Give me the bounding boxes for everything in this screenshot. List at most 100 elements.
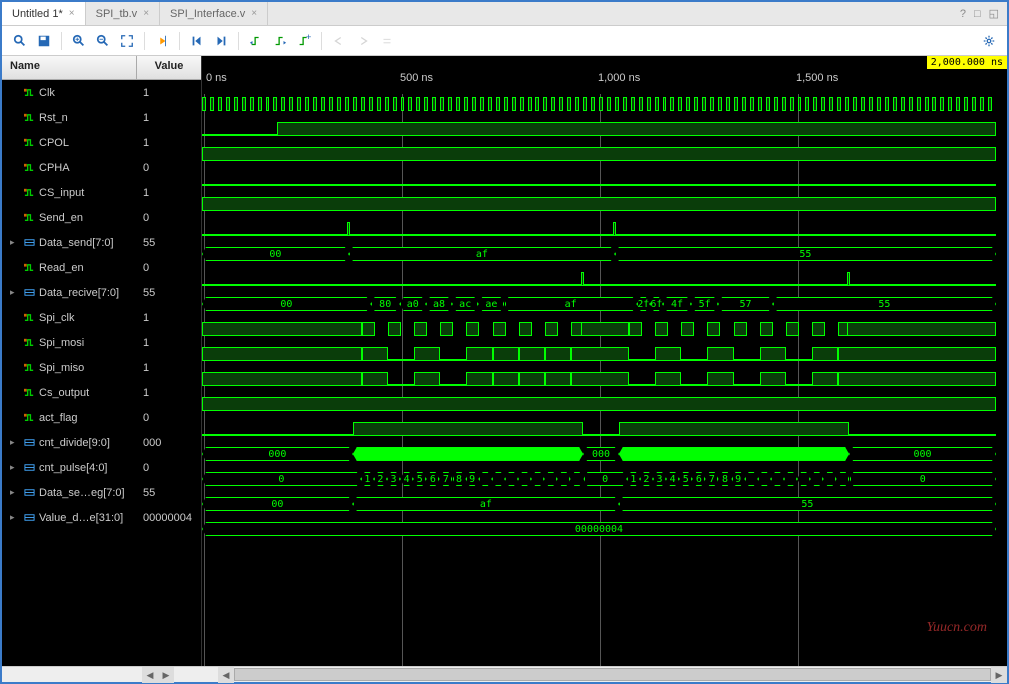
expand-icon[interactable]: ▸ [10, 462, 20, 473]
wave-row [202, 94, 1007, 119]
signal-row[interactable]: Clk 1 [2, 80, 201, 105]
goto-cursor-icon[interactable] [152, 31, 172, 51]
swap-icon[interactable] [377, 31, 397, 51]
tab-untitled[interactable]: Untitled 1*× [2, 2, 86, 25]
tab-bar: Untitled 1*× SPI_tb.v× SPI_Interface.v× … [2, 2, 1007, 26]
wave-row [202, 169, 1007, 194]
zoom-out-icon[interactable] [93, 31, 113, 51]
signal-row[interactable]: Spi_miso1 [2, 355, 201, 380]
signal-row[interactable]: CPOL1 [2, 130, 201, 155]
signal-name: CPOL [39, 137, 69, 149]
save-icon[interactable] [34, 31, 54, 51]
signal-value: 1 [137, 385, 201, 401]
value-header[interactable]: Value [137, 56, 201, 79]
expand-icon[interactable]: ▸ [10, 512, 20, 523]
signal-name: Spi_mosi [39, 337, 84, 349]
scroll-left-icon[interactable]: ◀ [142, 667, 158, 683]
waveform-rows[interactable]: 00af550080a0a8acaeaf2f6f4f5f575500000000… [202, 94, 1007, 666]
help-icon[interactable]: ? [960, 8, 966, 20]
time-ruler[interactable]: 0 ns 500 ns 1,000 ns 1,500 ns [202, 70, 1007, 94]
signal-row[interactable]: Cs_output 1 [2, 380, 201, 405]
close-icon[interactable]: × [69, 8, 75, 19]
horizontal-scrollbar[interactable]: ◀ ▶ ◀ ▶ [2, 666, 1007, 682]
goto-end-icon[interactable] [211, 31, 231, 51]
signal-row[interactable]: Spi_mosi 1 [2, 330, 201, 355]
search-icon[interactable] [10, 31, 30, 51]
signal-row[interactable]: CPHA0 [2, 155, 201, 180]
signal-name: Cs_output [39, 387, 89, 399]
signal-row[interactable]: ▸ Data_send[7:0] 55 [2, 230, 201, 255]
cursor-time-badge: 2,000.000 ns [927, 56, 1007, 69]
signal-value: 1 [137, 110, 201, 126]
wave-row [202, 369, 1007, 394]
signal-row[interactable]: ▸cnt_pulse[4:0]0 [2, 455, 201, 480]
signal-value: 1 [137, 85, 201, 101]
close-icon[interactable]: × [251, 8, 257, 19]
scroll-right-icon[interactable]: ▶ [158, 667, 174, 683]
prev-edge-icon[interactable] [246, 31, 266, 51]
svg-text:+: + [306, 34, 311, 43]
toolbar: + [2, 26, 1007, 56]
settings-icon[interactable] [979, 31, 999, 51]
signal-row[interactable]: ▸Data_recive[7:0]55 [2, 280, 201, 305]
watermark: Yuucn.com [926, 620, 987, 636]
wave-row [202, 344, 1007, 369]
signal-value: 1 [137, 360, 201, 376]
signal-row[interactable]: Read_en 0 [2, 255, 201, 280]
signal-row[interactable]: ▸cnt_divide[9:0]000 [2, 430, 201, 455]
scroll-left-icon[interactable]: ◀ [218, 667, 234, 683]
signal-row[interactable]: Spi_clk1 [2, 305, 201, 330]
tab-spi-tb[interactable]: SPI_tb.v × [86, 2, 160, 25]
wave-row [202, 119, 1007, 144]
zoom-in-icon[interactable] [69, 31, 89, 51]
wave-row [202, 394, 1007, 419]
signal-name: Data_se…eg[7:0] [39, 487, 125, 499]
add-marker-icon[interactable]: + [294, 31, 314, 51]
wave-row [202, 219, 1007, 244]
scroll-track[interactable] [234, 667, 991, 682]
signal-row[interactable]: Send_en0 [2, 205, 201, 230]
signal-value: 1 [137, 185, 201, 201]
maximize-icon[interactable]: □ [974, 8, 981, 20]
scroll-thumb[interactable] [234, 668, 991, 681]
waveform-area[interactable]: 2,000.000 ns 0 ns 500 ns 1,000 ns 1,500 … [202, 56, 1007, 666]
ruler-tick-label: 0 ns [206, 72, 227, 84]
signal-value: 0 [137, 460, 201, 476]
signal-row[interactable]: CS_input1 [2, 180, 201, 205]
expand-icon[interactable]: ▸ [10, 487, 20, 498]
column-header: Name Value [2, 56, 201, 80]
signal-value: 1 [137, 335, 201, 351]
signal-row[interactable]: ▸ Value_d…e[31:0] 00000004 [2, 505, 201, 530]
signal-value: 55 [137, 235, 201, 251]
prev-tr-icon[interactable] [329, 31, 349, 51]
next-edge-icon[interactable] [270, 31, 290, 51]
wave-row: 00000004 [202, 519, 1007, 544]
signal-value: 00000004 [137, 510, 201, 526]
zoom-fit-icon[interactable] [117, 31, 137, 51]
goto-start-icon[interactable] [187, 31, 207, 51]
signal-name: Read_en [39, 262, 84, 274]
scroll-right-icon[interactable]: ▶ [991, 667, 1007, 683]
signal-value: 0 [137, 160, 201, 176]
signal-row[interactable]: ▸Data_se…eg[7:0]55 [2, 480, 201, 505]
signal-name: Data_send[7:0] [39, 237, 114, 249]
close-icon[interactable]: × [143, 8, 149, 19]
ruler-tick-label: 1,000 ns [598, 72, 640, 84]
wave-row: 00af55 [202, 494, 1007, 519]
signal-row[interactable]: act_flag0 [2, 405, 201, 430]
signal-name: Clk [39, 87, 55, 99]
next-tr-icon[interactable] [353, 31, 373, 51]
expand-icon[interactable]: ▸ [10, 287, 20, 298]
restore-icon[interactable]: ◱ [989, 7, 999, 20]
expand-icon[interactable]: ▸ [10, 437, 20, 448]
signal-value: 1 [137, 310, 201, 326]
signal-list[interactable]: Clk1Rst_n1CPOL1CPHA0CS_input1Send_en0▸Da… [2, 80, 201, 666]
signal-value: 0 [137, 260, 201, 276]
window-controls: ? □ ◱ [952, 2, 1007, 25]
signal-row[interactable]: Rst_n1 [2, 105, 201, 130]
expand-icon[interactable]: ▸ [10, 237, 20, 248]
name-header[interactable]: Name [2, 56, 137, 79]
signal-name: Value_d…e[31:0] [39, 512, 123, 524]
tab-label: SPI_tb.v [96, 8, 138, 20]
tab-spi-interface[interactable]: SPI_Interface.v× [160, 2, 268, 25]
